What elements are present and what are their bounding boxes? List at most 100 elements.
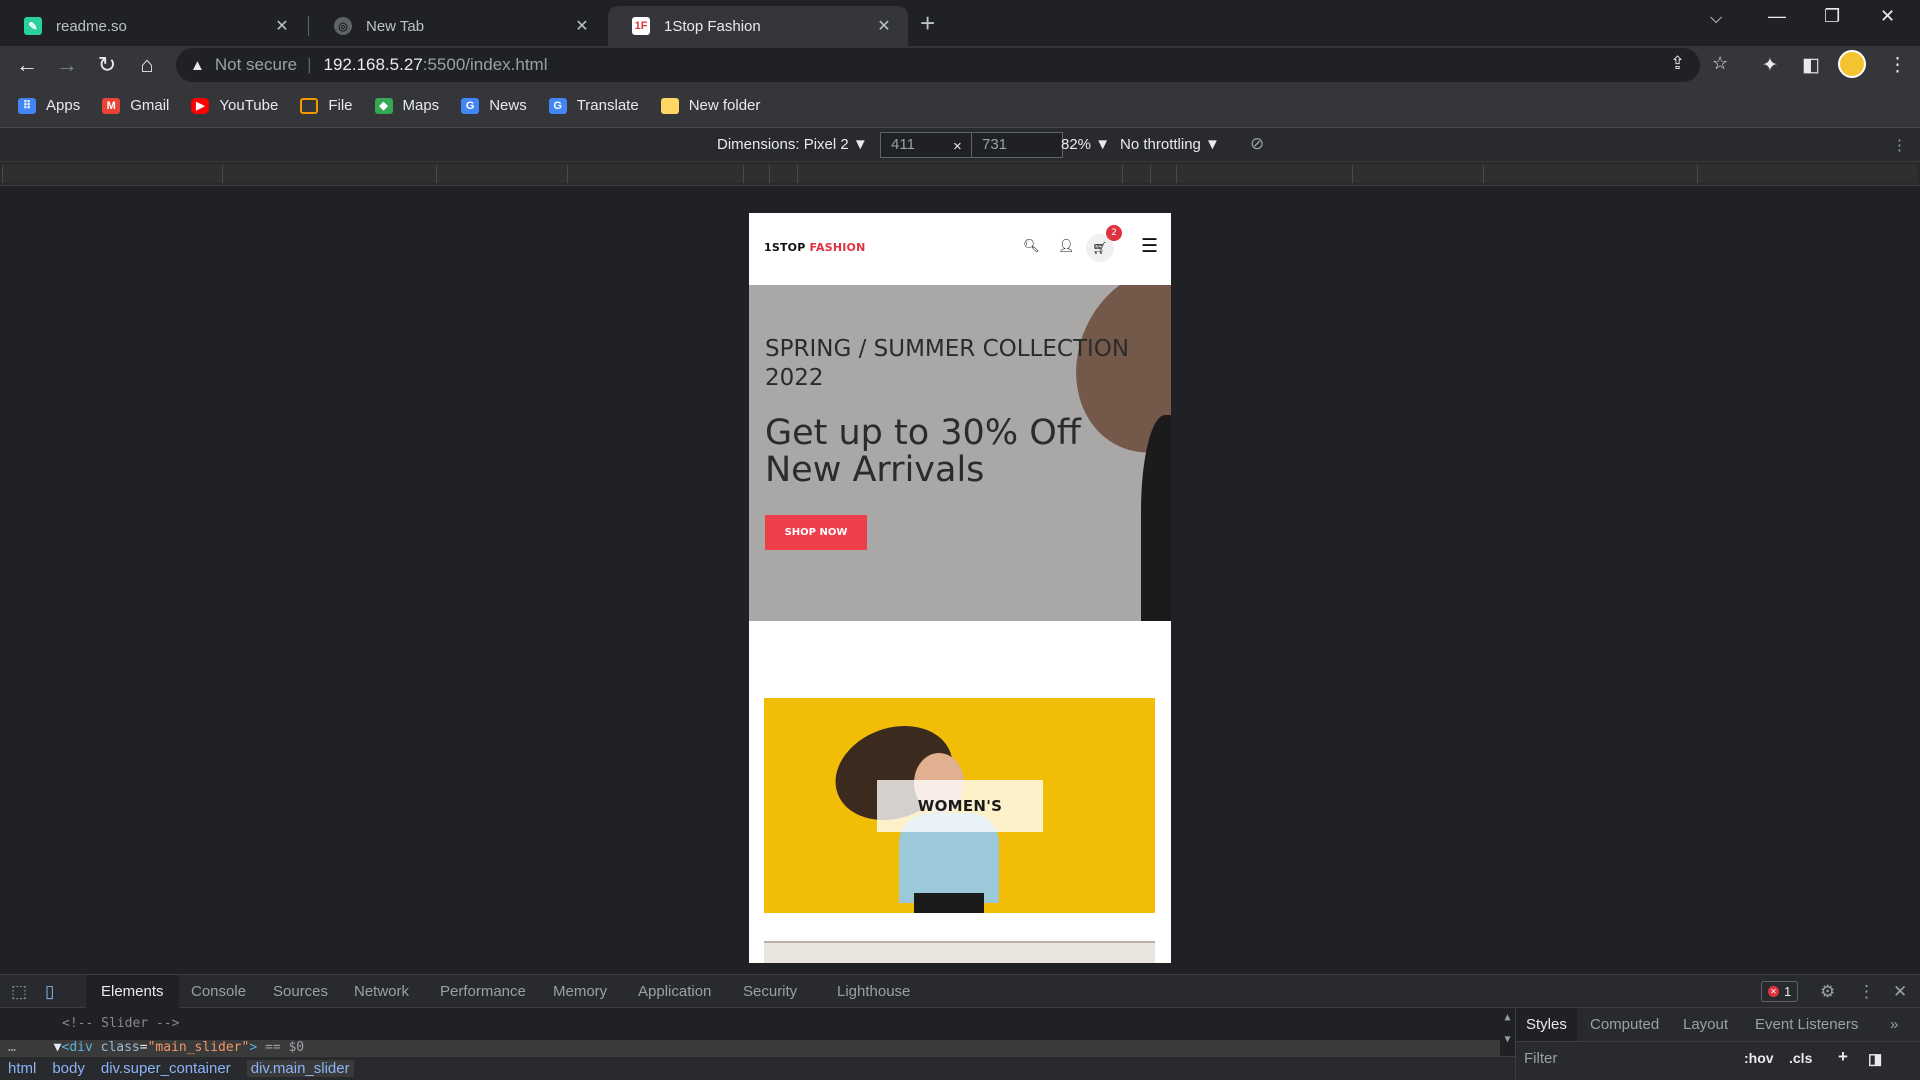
dimensions-select[interactable]: Dimensions: Pixel 2 ▼ [717, 136, 868, 153]
hov-toggle[interactable]: :hov [1744, 1050, 1774, 1066]
minimize-icon[interactable]: — [1768, 6, 1786, 27]
zoom-select[interactable]: 82% ▼ [1061, 136, 1110, 153]
media-query-segment[interactable] [567, 165, 743, 183]
tab-computed[interactable]: Computed [1580, 1008, 1669, 1041]
media-query-segment[interactable] [1150, 165, 1176, 183]
media-query-segment[interactable] [1176, 165, 1352, 183]
styles-filter-input[interactable]: Filter [1524, 1050, 1557, 1067]
star-icon[interactable]: ☆ [1712, 53, 1728, 74]
cls-toggle[interactable]: .cls [1789, 1050, 1812, 1066]
breadcrumb-item[interactable]: html [8, 1060, 36, 1077]
media-query-segment[interactable] [1483, 165, 1697, 183]
media-query-segment[interactable] [436, 165, 567, 183]
media-query-bar [0, 162, 1920, 186]
breadcrumb-item[interactable]: body [52, 1060, 85, 1077]
tab-styles[interactable]: Styles [1516, 1008, 1577, 1041]
bookmark-label: YouTube [219, 97, 279, 114]
home-icon[interactable]: ⌂ [133, 52, 161, 78]
kebab-menu-icon[interactable]: ⋮ [1888, 54, 1907, 77]
throttling-select[interactable]: No throttling ▼ [1120, 136, 1220, 153]
bookmark-new-folder[interactable]: New folder [660, 97, 761, 114]
dom-comment[interactable]: <!-- Slider --> [62, 1016, 179, 1031]
tab-1stop-fashion[interactable]: 1F 1Stop Fashion ✕ [608, 6, 908, 46]
tab-lighthouse[interactable]: Lighthouse [822, 975, 925, 1008]
bookmark-maps[interactable]: ◆ Maps [374, 97, 439, 114]
rotate-icon[interactable]: ⊘ [1250, 134, 1264, 154]
user-icon[interactable]: 👤︎ [1058, 239, 1075, 254]
media-query-segment[interactable] [1697, 165, 1917, 183]
close-icon[interactable]: ✕ [572, 16, 592, 36]
bookmark-file[interactable]: File [300, 97, 353, 114]
breadcrumb-item[interactable]: div.main_slider [246, 1060, 354, 1077]
tab-performance[interactable]: Performance [425, 975, 541, 1008]
media-query-segment[interactable] [743, 165, 769, 183]
restore-icon[interactable]: ❐ [1824, 6, 1840, 27]
tab-security[interactable]: Security [728, 975, 812, 1008]
tab-sources[interactable]: Sources [258, 975, 343, 1008]
device-menu-icon[interactable]: ⋮ [1892, 136, 1907, 154]
media-query-segment[interactable] [222, 165, 436, 183]
settings-gear-icon[interactable]: ⚙ [1820, 982, 1835, 1002]
media-query-segment[interactable] [1352, 165, 1483, 183]
warning-icon[interactable]: ▲ [190, 57, 205, 74]
category-card-womens[interactable]: WOMEN'S [764, 698, 1155, 913]
share-icon[interactable]: ⇪ [1670, 53, 1685, 74]
search-icon[interactable]: 🔍︎ [1023, 239, 1040, 254]
media-query-segment[interactable] [2, 165, 222, 183]
tab-title: readme.so [56, 17, 127, 35]
category-card-next[interactable] [764, 941, 1155, 963]
tab-elements[interactable]: Elements [86, 975, 179, 1008]
bookmark-gmail[interactable]: M Gmail [102, 97, 169, 114]
media-query-segment[interactable] [797, 165, 1122, 183]
add-rule-icon[interactable]: + [1838, 1047, 1848, 1067]
ellipsis-icon: … [8, 1040, 16, 1055]
devtools-close-icon[interactable]: ✕ [1893, 982, 1907, 1002]
extensions-icon[interactable]: ✦ [1762, 54, 1778, 77]
styles-sidebar: Styles Computed Layout Event Listeners »… [1515, 1008, 1920, 1080]
close-icon[interactable]: ✕ [874, 16, 894, 36]
close-icon[interactable]: ✕ [272, 16, 292, 36]
bookmark-news[interactable]: G News [461, 97, 527, 114]
back-icon[interactable]: ← [13, 52, 41, 78]
inspect-element-icon[interactable]: ⬚ [11, 982, 27, 1002]
error-counter[interactable]: ✕ 1 [1761, 981, 1799, 1002]
category-label[interactable]: WOMEN'S [877, 780, 1043, 832]
tab-event-listeners[interactable]: Event Listeners [1745, 1008, 1868, 1041]
reload-icon[interactable]: ↻ [93, 52, 121, 78]
site-logo[interactable]: 1STOP FASHION [764, 241, 865, 254]
breadcrumb-item[interactable]: div.super_container [101, 1060, 231, 1077]
tab-readme[interactable]: ✎ readme.so ✕ [0, 6, 306, 46]
bookmark-youtube[interactable]: ▶ YouTube [191, 97, 278, 114]
tab-memory[interactable]: Memory [538, 975, 622, 1008]
avatar[interactable] [1838, 50, 1866, 78]
tab-layout[interactable]: Layout [1673, 1008, 1738, 1041]
toggle-sidebar-icon[interactable]: ◨ [1868, 1050, 1882, 1068]
logo-accent-text: FASHION [809, 241, 866, 254]
address-bar[interactable]: ▲ Not secure | 192.168.5.27 :5500/index.… [176, 48, 1700, 82]
side-panel-icon[interactable]: ◧ [1802, 54, 1820, 77]
more-tabs-icon[interactable]: » [1880, 1008, 1908, 1041]
device-toggle-icon[interactable]: ▯ [45, 982, 54, 1002]
tab-network[interactable]: Network [339, 975, 424, 1008]
bookmark-label: New folder [688, 97, 761, 114]
emulated-page: 1STOP FASHION 🔍︎ 👤︎ 🛒︎ 2 ☰ SPRING / SUMM… [749, 213, 1171, 963]
forward-icon[interactable]: → [53, 52, 81, 78]
tab-new-tab[interactable]: ◎ New Tab ✕ [310, 6, 606, 46]
tab-search-icon[interactable]: ⌵ [1710, 10, 1722, 28]
devtools-menu-icon[interactable]: ⋮ [1858, 982, 1875, 1002]
scroll-down-icon[interactable]: ▼ [1500, 1034, 1515, 1050]
tab-console[interactable]: Console [176, 975, 261, 1008]
media-query-segment[interactable] [1122, 165, 1150, 183]
dom-tag: div [69, 1040, 93, 1055]
hero-title: Get up to 30% Off New Arrivals [765, 413, 1081, 490]
scroll-up-icon[interactable]: ▲ [1500, 1012, 1515, 1028]
window-close-icon[interactable]: ✕ [1880, 6, 1895, 27]
hamburger-menu-icon[interactable]: ☰ [1141, 235, 1158, 257]
shop-now-button[interactable]: SHOP NOW [765, 515, 867, 550]
bookmark-apps[interactable]: ⠿ Apps [18, 97, 80, 114]
new-tab-button[interactable]: + [920, 8, 935, 39]
tab-application[interactable]: Application [623, 975, 726, 1008]
media-query-segment[interactable] [769, 165, 797, 183]
bookmark-translate[interactable]: G Translate [548, 97, 639, 114]
height-input[interactable]: 731 [971, 132, 1063, 158]
